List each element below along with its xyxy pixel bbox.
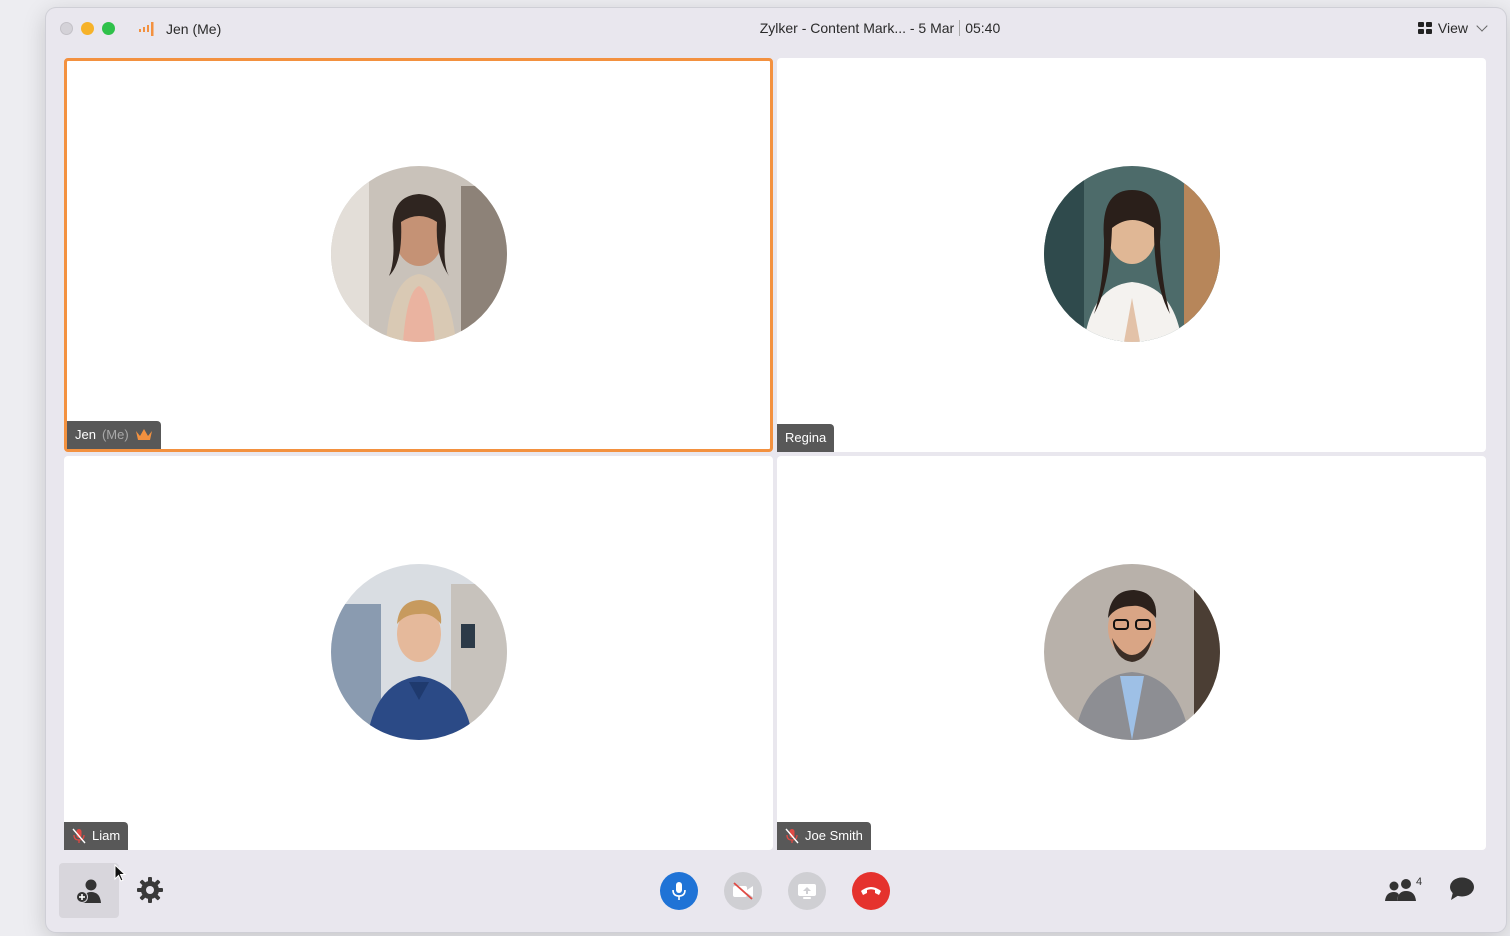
- title-bar: Jen (Me) Zylker - Content Mark... - 5 Ma…: [46, 8, 1506, 52]
- screen-share-icon: [798, 884, 816, 899]
- chevron-down-icon: [1476, 20, 1488, 32]
- grid-layout-icon: [1417, 22, 1432, 34]
- title-separator: [959, 20, 961, 36]
- meeting-duration: 05:40: [965, 20, 1001, 36]
- participant-photo: [330, 166, 507, 342]
- avatar: [1043, 564, 1220, 740]
- participant-photo: [330, 564, 507, 740]
- call-controls-bar: 4: [46, 854, 1506, 932]
- participant-name: Liam: [92, 828, 121, 843]
- camera-toggle-button[interactable]: [724, 872, 762, 910]
- participant-name: Joe Smith: [805, 828, 863, 843]
- participant-name-tag: Regina: [777, 424, 835, 452]
- microphone-icon: [672, 882, 686, 900]
- participants-icon[interactable]: [1384, 878, 1418, 902]
- participant-photo: [1043, 564, 1220, 740]
- host-crown-icon: [135, 429, 152, 440]
- mic-muted-icon: [785, 828, 799, 844]
- mic-muted-icon: [72, 828, 86, 844]
- meeting-name: Zylker - Content Mark... - 5 Mar: [759, 20, 955, 36]
- participant-name-tag: Joe Smith: [777, 822, 871, 850]
- participant-suffix: (Me): [101, 427, 129, 442]
- meeting-title: Zylker - Content Mark... - 5 Mar 05:40: [46, 20, 1506, 36]
- participant-tile-joe-smith[interactable]: Joe Smith: [777, 456, 1486, 850]
- settings-gear-icon[interactable]: [136, 876, 164, 904]
- participant-name: Regina: [785, 430, 827, 445]
- avatar: [1043, 166, 1220, 342]
- screen-share-button[interactable]: [788, 872, 826, 910]
- avatar: [330, 564, 507, 740]
- view-layout-button[interactable]: View: [1417, 20, 1488, 36]
- participant-photo: [1043, 166, 1220, 342]
- participant-name-tag: Liam: [64, 822, 129, 850]
- participant-name-tag: Jen (Me): [67, 421, 161, 449]
- participant-name: Jen: [75, 427, 96, 442]
- hang-up-icon: [861, 887, 881, 895]
- view-label: View: [1437, 20, 1468, 36]
- chat-icon[interactable]: [1448, 876, 1476, 902]
- participant-tile-liam[interactable]: Liam: [64, 456, 773, 850]
- avatar: [330, 166, 507, 342]
- end-call-button[interactable]: [852, 872, 890, 910]
- add-participant-button[interactable]: [59, 863, 119, 918]
- participant-count-badge: 4: [1416, 876, 1423, 888]
- meeting-window: Jen (Me) Zylker - Content Mark... - 5 Ma…: [46, 8, 1506, 932]
- participant-tile-jen[interactable]: Jen (Me): [64, 58, 773, 452]
- microphone-button[interactable]: [660, 872, 698, 910]
- add-user-icon: [76, 879, 101, 903]
- camera-off-icon: [733, 882, 753, 900]
- mouse-cursor-icon: [114, 864, 126, 882]
- participant-tile-regina[interactable]: Regina: [777, 58, 1486, 452]
